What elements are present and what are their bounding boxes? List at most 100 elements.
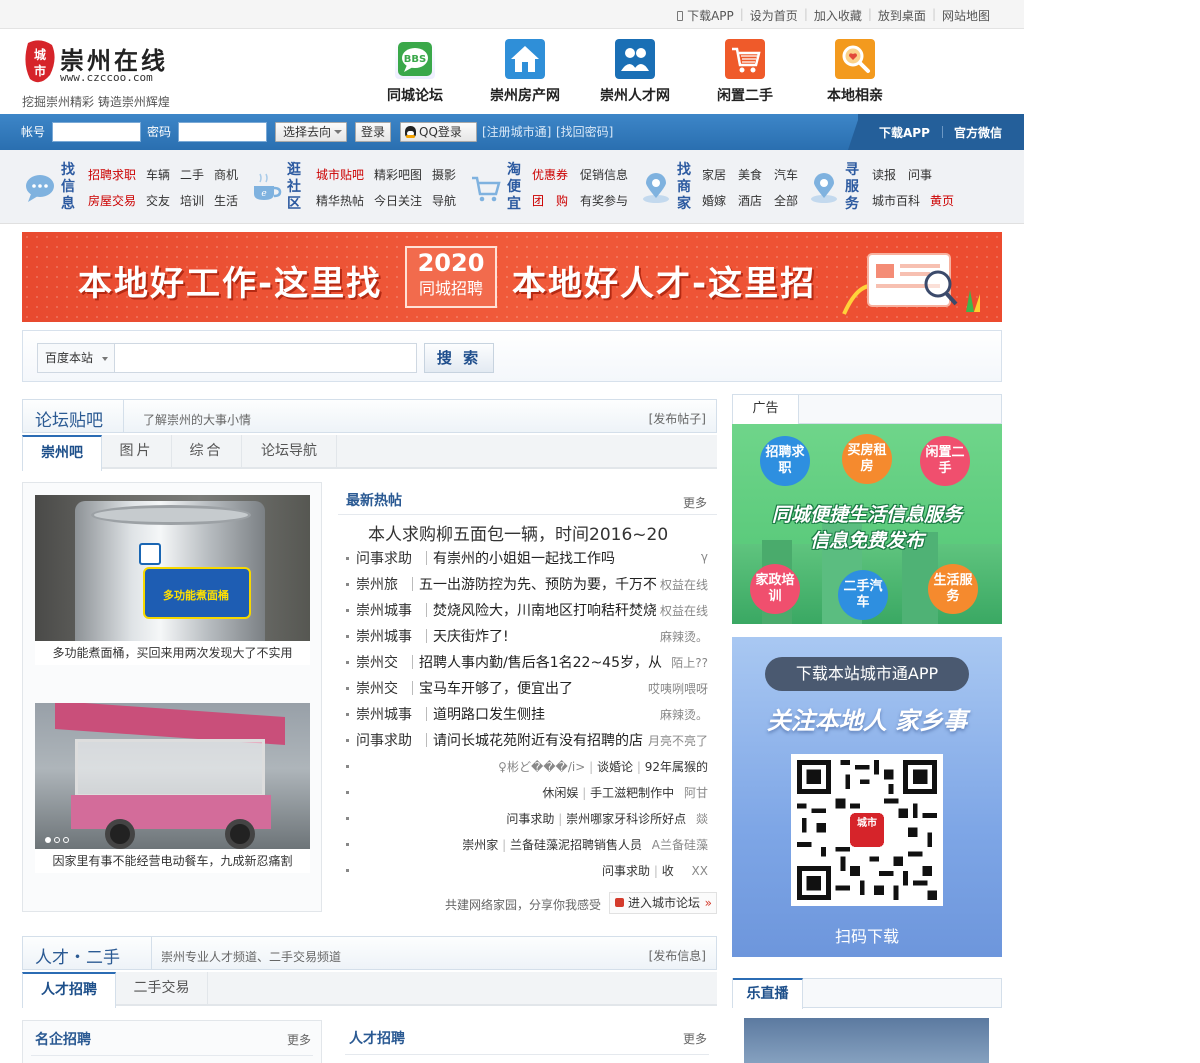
tab-secondhand-trade[interactable]: 二手交易 (116, 972, 208, 1006)
recover-password-link[interactable]: [找回密码] (556, 123, 613, 140)
shopping-cart-icon (472, 176, 501, 202)
list-item[interactable]: 问事求助 | 收 XX (602, 862, 708, 884)
talent-recruit-more-link[interactable]: 更多 (683, 1030, 707, 1047)
list-item[interactable]: 崇州交 宝马车开够了，便宜出了 哎咦咧喂呀 (346, 678, 708, 700)
cat-link-wiki[interactable]: 城市百科 (872, 192, 920, 209)
cat-link-hotel[interactable]: 酒店 (738, 192, 762, 209)
site-header: 城 市 崇州在线 www.czccoo.com 挖掘崇州精彩 铸造崇州辉煌 BB… (0, 29, 1024, 114)
pot-logo-icon (139, 543, 161, 565)
nav-dating[interactable]: 本地相亲 (800, 39, 910, 105)
enter-forum-button[interactable]: 进入城市论坛 » (609, 892, 717, 914)
cat-link-photo-tieba[interactable]: 精彩吧图 (374, 166, 422, 183)
add-favorite-link[interactable]: 加入收藏 (808, 7, 868, 24)
cat-link-wedding[interactable]: 婚嫁 (702, 192, 726, 209)
cat-link-secondhand[interactable]: 二手 (180, 166, 204, 183)
search-scope-select[interactable]: 百度本站 (37, 343, 115, 373)
list-item[interactable]: 休闲娱 | 手工滋粑制作中 阿甘 (542, 784, 708, 806)
login-button[interactable]: 登录 (355, 122, 391, 142)
nav-house-label: 崇州房产网 (490, 88, 560, 104)
official-wechat-button[interactable]: 官方微信 (954, 124, 1002, 141)
cat-link-training[interactable]: 培训 (180, 192, 204, 209)
tab-recruitment[interactable]: 人才招聘 (22, 972, 116, 1008)
post-thread-link[interactable]: [发布帖子] (649, 410, 706, 427)
cat-link-yellow-pages[interactable]: 黄页 (930, 192, 954, 209)
list-item[interactable]: 问事求助 有崇州的小姐姐一起找工作吗 γ (346, 548, 708, 570)
cat-link-groupbuy[interactable]: 团 购 (532, 192, 568, 209)
cat-link-featured[interactable]: 精华热帖 (316, 192, 364, 209)
register-link[interactable]: [注册城市通] (482, 123, 551, 140)
double-chevron-right-icon: » (704, 896, 712, 910)
cat-link-newspaper[interactable]: 读报 (872, 166, 896, 183)
category-community: e 逛社区 城市贴吧 精彩吧图 摄影 精华热帖 今日关注 导航 (250, 162, 470, 216)
tab-pictures[interactable]: 图片 (102, 435, 172, 469)
account-input[interactable] (52, 122, 141, 142)
list-item[interactable]: ♀彬ど���/i> | 谈婚论 | 92年属猴的 (498, 758, 708, 780)
search-input[interactable] (114, 343, 417, 373)
photo-post[interactable]: 因家里有事不能经营电动餐车，九成新忍痛割 (35, 703, 310, 873)
nav-house[interactable]: 崇州房产网 (470, 39, 580, 105)
tab-chongzhou-bar[interactable]: 崇州吧 (22, 435, 102, 471)
sitemap-link[interactable]: 网站地图 (936, 7, 996, 24)
search-button[interactable]: 搜 索 (424, 343, 494, 373)
carousel-dots[interactable] (45, 837, 69, 843)
cat-link-all[interactable]: 全部 (774, 192, 798, 209)
photo-post[interactable]: 多功能煮面桶 多功能煮面桶，买回来用两次发现大了不实用 (35, 495, 310, 665)
qr-code[interactable]: 城市 (791, 754, 943, 906)
list-item[interactable]: 崇州城事 道明路口发生侧挂 麻辣烫。 (346, 704, 708, 726)
tab-live[interactable]: 乐直播 (733, 978, 803, 1009)
password-input[interactable] (178, 122, 267, 142)
app-download-ad[interactable]: 下载本站城市通APP 关注本地人 家乡事 城市 扫码下载 (732, 637, 1002, 957)
logo-mark-char-2: 市 (34, 63, 46, 78)
cat-link-vehicles[interactable]: 车辆 (146, 166, 170, 183)
post-info-link[interactable]: [发布信息] (649, 947, 706, 964)
cat-link-navigation[interactable]: 导航 (432, 192, 456, 209)
nav-talent[interactable]: 崇州人才网 (580, 39, 690, 105)
cat-link-photography[interactable]: 摄影 (432, 166, 456, 183)
cart-icon (725, 39, 765, 79)
cat-link-jobs[interactable]: 招聘求职 (88, 166, 136, 183)
cat-link-life[interactable]: 生活 (214, 192, 238, 209)
list-item[interactable]: 问事求助 | 崇州哪家牙科诊所好点 燚 (506, 810, 708, 832)
cat-link-housing[interactable]: 房屋交易 (88, 192, 136, 209)
headline-post[interactable]: 本人求购柳五面包一辆，时间2016~20 (368, 520, 698, 545)
live-stream-thumbnail[interactable] (744, 1018, 989, 1063)
download-app-button[interactable]: 下载APP (879, 124, 930, 141)
list-item[interactable]: 问事求助 请问长城花苑附近有没有招聘的店 月亮不亮了 (346, 730, 708, 752)
cat-link-food[interactable]: 美食 (738, 166, 762, 183)
hot-posts-more-link[interactable]: 更多 (683, 494, 707, 511)
list-item[interactable]: 崇州旅 五一出游防控为先、预防为要，千万不 权益在线 (346, 574, 708, 596)
list-item[interactable]: 崇州交 招聘人事内勤/售后各1名22~45岁，从 陌上?? (346, 652, 708, 674)
download-app-link[interactable]: 下载APP (671, 7, 740, 24)
goto-select[interactable]: 选择去向 (275, 122, 347, 142)
cat-link-dating[interactable]: 交友 (146, 192, 170, 209)
list-item[interactable]: 崇州城事 天庆街炸了! 麻辣烫。 (346, 626, 708, 648)
photo-caption: 多功能煮面桶，买回来用两次发现大了不实用 (35, 641, 310, 665)
cat-link-auto[interactable]: 汽车 (774, 166, 798, 183)
cat-link-promotions[interactable]: 促销信息 (580, 166, 628, 183)
tab-forum-nav[interactable]: 论坛导航 (242, 435, 337, 469)
phone-icon (677, 11, 684, 21)
desktop-shortcut-link[interactable]: 放到桌面 (872, 7, 932, 24)
list-item[interactable]: 崇州家 | 兰备硅藻泥招聘销售人员 A兰备硅藻 (462, 836, 708, 858)
recruitment-banner[interactable]: 本地好工作-这里找 2020 同城招聘 本地好人才-这里招 (22, 232, 1002, 322)
cat-link-coupons[interactable]: 优惠券 (532, 166, 568, 183)
nav-forum[interactable]: BBS 同城论坛 (360, 39, 470, 105)
chevron-down-icon (102, 357, 108, 361)
list-item[interactable]: 崇州城事 焚烧风险大，川南地区打响秸秆焚烧 权益在线 (346, 600, 708, 622)
set-homepage-link[interactable]: 设为首页 (744, 7, 804, 24)
tab-ads[interactable]: 广告 (733, 395, 799, 424)
site-logo[interactable]: 城 市 崇州在线 www.czccoo.com (24, 39, 174, 87)
photo-posts: 多功能煮面桶 多功能煮面桶，买回来用两次发现大了不实用 因家里有事不能经营电动餐… (22, 482, 322, 912)
qq-login-button[interactable]: QQ登录 (400, 122, 477, 142)
cat-link-today[interactable]: 今日关注 (374, 192, 422, 209)
cat-link-ask[interactable]: 问事 (908, 166, 932, 183)
nav-secondhand[interactable]: 闲置二手 (690, 39, 800, 105)
famous-companies-more-link[interactable]: 更多 (287, 1031, 311, 1048)
cat-link-home[interactable]: 家居 (702, 166, 726, 183)
city-logo-icon: 城 市 (25, 40, 55, 83)
cat-link-prizes[interactable]: 有奖参与 (580, 192, 628, 209)
tab-general[interactable]: 综合 (172, 435, 242, 469)
cat-link-business[interactable]: 商机 (214, 166, 238, 183)
cat-link-city-tieba[interactable]: 城市贴吧 (316, 166, 364, 183)
life-services-ad[interactable]: 招聘求职 买房租房 闲置二手 同城便捷生活信息服务 信息免费发布 家政培训 二手汽… (732, 424, 1002, 624)
